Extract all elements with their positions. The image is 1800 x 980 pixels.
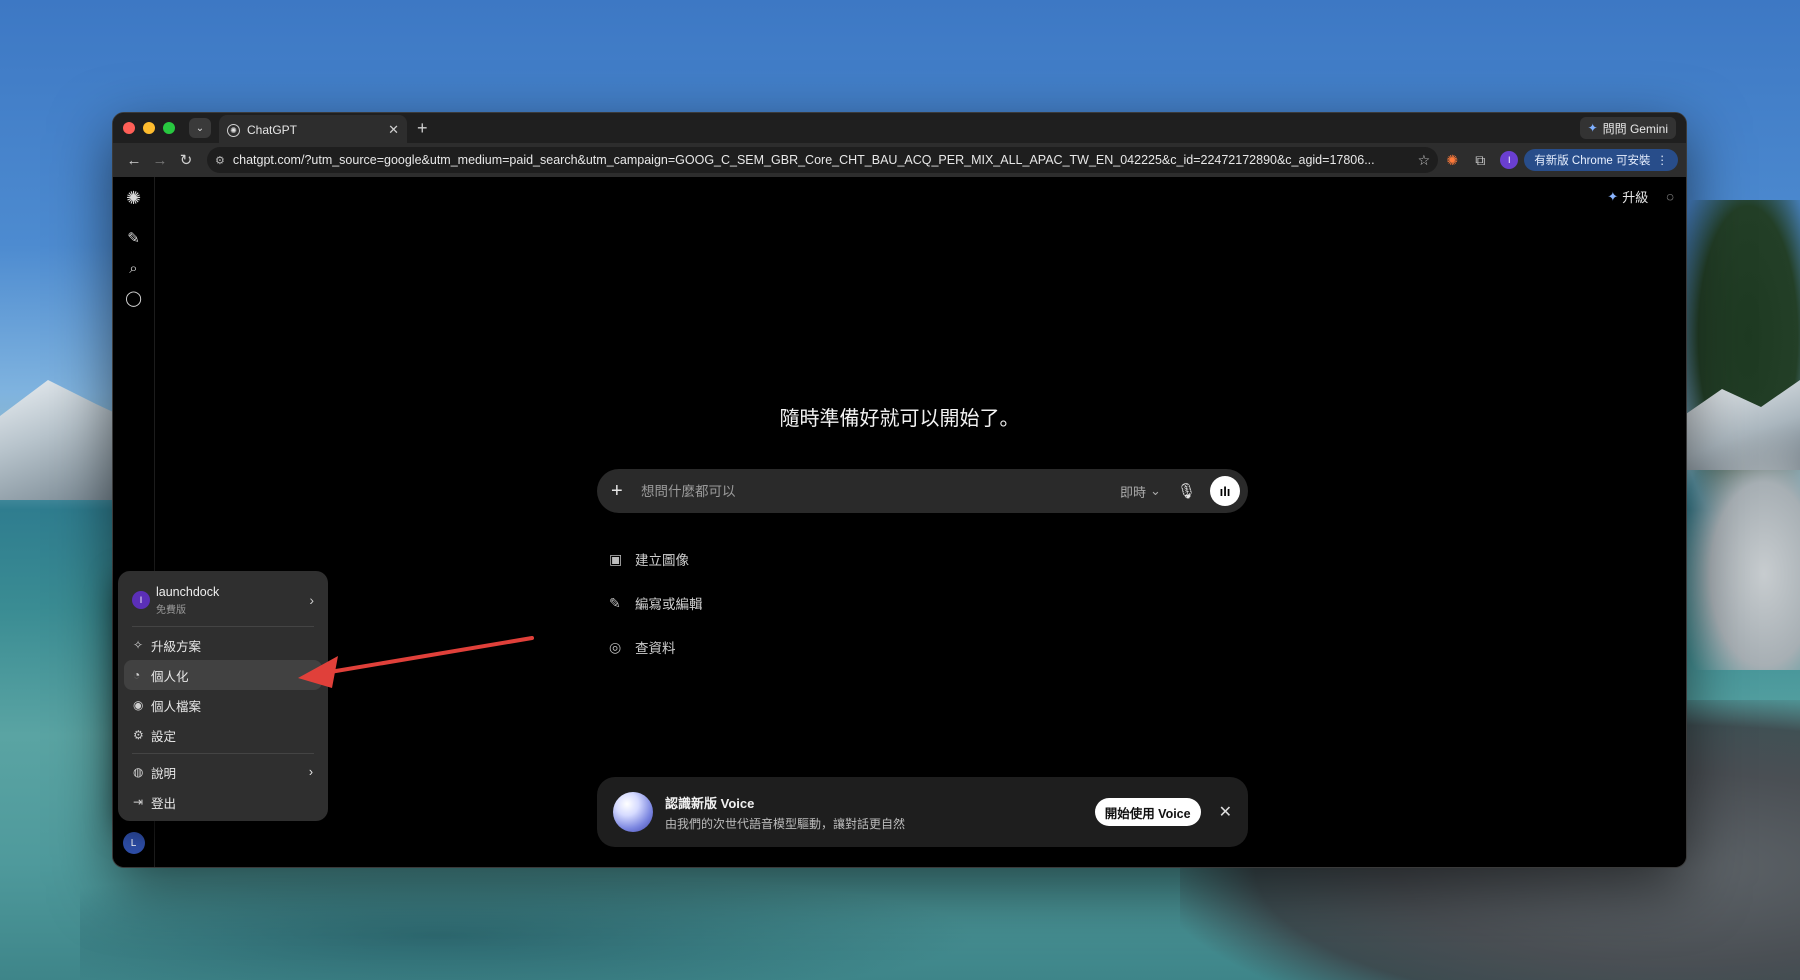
menu-item-label: 登出 — [151, 796, 177, 811]
new-tab-button[interactable]: + — [417, 119, 428, 137]
sparkle-icon: ✧ — [133, 638, 144, 652]
browser-toolbar: ← → ↻ ⚙ chatgpt.com/?utm_source=google&u… — [113, 143, 1686, 177]
chats-icon[interactable]: ◯ — [119, 283, 149, 313]
suggestion-create-image[interactable]: ▣ 建立圖像 — [609, 537, 703, 581]
voice-orb-image — [613, 792, 653, 832]
gear-icon: ⚙ — [133, 728, 144, 742]
menu-item-profile[interactable]: ◉ 個人檔案 — [124, 690, 322, 720]
menu-item-help[interactable]: ◍ 說明 › — [124, 757, 322, 787]
chrome-update-button[interactable]: 有新版 Chrome 可安裝 ⋮ — [1524, 149, 1678, 171]
waveform-icon: ılı — [1219, 483, 1231, 499]
minimize-window-button[interactable] — [143, 122, 155, 134]
forward-button[interactable]: → — [147, 152, 173, 169]
tab-chatgpt[interactable]: ✺ ChatGPT ✕ — [219, 115, 407, 145]
suggestion-search[interactable]: ◎ 查資料 — [609, 625, 703, 669]
account-menu: I launchdock 免費版 › ✧ 升級方案 ◔ 個人化 ◉ 個人檔案 ⚙… — [118, 571, 328, 821]
new-chat-icon[interactable]: ✎ — [119, 223, 149, 253]
close-window-button[interactable] — [123, 122, 135, 134]
temporary-chat-icon[interactable]: ◌ — [1666, 189, 1674, 204]
model-mode-select[interactable]: 即時 ⌄ — [1120, 482, 1161, 501]
user-name: launchdock — [156, 584, 220, 599]
menu-item-label: 設定 — [151, 729, 177, 744]
suggestion-label: 建立圖像 — [635, 553, 689, 568]
upgrade-label: 升級 — [1622, 190, 1649, 205]
menu-item-settings[interactable]: ⚙ 設定 — [124, 720, 322, 750]
close-icon[interactable]: ✕ — [1219, 802, 1232, 822]
prompt-input[interactable] — [641, 483, 1121, 499]
tab-search-button[interactable]: ⌄ — [189, 118, 211, 138]
personalize-icon: ◔ — [133, 668, 141, 682]
title-bar: ⌄ ✺ ChatGPT ✕ + ✦ 問問 Gemini — [113, 113, 1686, 145]
microphone-icon[interactable]: 🎙 — [1177, 482, 1196, 500]
suggestion-write-edit[interactable]: ✎ 編寫或編輯 — [609, 581, 703, 625]
add-attachment-icon[interactable]: + — [611, 480, 631, 503]
chevron-down-icon: ⌄ — [1150, 483, 1161, 498]
gemini-label: 問問 Gemini — [1602, 121, 1668, 136]
suggestion-list: ▣ 建立圖像 ✎ 編寫或編輯 ◎ 查資料 — [609, 537, 703, 669]
extension-icon[interactable]: ✺ — [1438, 152, 1466, 169]
annotation-arrow-icon — [298, 636, 534, 688]
search-icon[interactable]: ⌕ — [119, 253, 149, 283]
tab-title: ChatGPT — [247, 123, 298, 137]
suggestion-label: 查資料 — [635, 641, 676, 656]
suggestion-label: 編寫或編輯 — [635, 597, 703, 612]
logout-icon: ⇥ — [133, 795, 144, 809]
more-menu-icon: ⋮ — [1656, 155, 1669, 167]
bookmark-star-icon[interactable]: ☆ — [1418, 152, 1431, 169]
menu-divider — [132, 626, 314, 627]
upgrade-button[interactable]: ✦ 升級 — [1607, 187, 1648, 206]
account-menu-user[interactable]: I launchdock 免費版 › — [124, 577, 322, 623]
reload-button[interactable]: ↻ — [173, 151, 199, 169]
menu-item-label: 升級方案 — [151, 639, 202, 654]
chatgpt-page: ✺ ✎ ⌕ ◯ L ✦ 升級 ◌ 隨時準備好就可以開始了。 + 即時 ⌄ 🎙 ı… — [113, 177, 1686, 867]
wallpaper-water — [80, 870, 980, 980]
voice-banner-title: 認識新版 Voice — [665, 795, 755, 811]
close-tab-icon[interactable]: ✕ — [388, 122, 399, 138]
extensions-puzzle-icon[interactable]: ⧉ — [1466, 152, 1494, 169]
start-voice-button[interactable]: 開始使用 Voice — [1094, 798, 1201, 826]
image-icon: ▣ — [609, 550, 623, 567]
globe-icon: ◎ — [609, 638, 622, 655]
account-avatar[interactable]: L — [122, 832, 145, 854]
site-settings-icon[interactable]: ⚙ — [215, 154, 225, 167]
voice-announcement-banner: 認識新版 Voice 由我們的次世代語音模型驅動，讓對話更自然 開始使用 Voi… — [597, 777, 1248, 847]
menu-item-label: 個人化 — [151, 669, 189, 684]
pencil-icon: ✎ — [609, 594, 621, 611]
mode-label: 即時 — [1120, 484, 1147, 500]
gemini-sparkle-icon: ✦ — [1587, 121, 1598, 135]
user-info: launchdock 免費版 — [156, 585, 309, 616]
window-controls — [123, 122, 175, 134]
browser-profile-avatar[interactable]: I — [1500, 151, 1519, 169]
chevron-right-icon: › — [309, 592, 314, 608]
menu-item-logout[interactable]: ⇥ 登出 — [124, 787, 322, 817]
help-icon: ◍ — [133, 765, 144, 779]
update-label: 有新版 Chrome 可安裝 — [1534, 155, 1651, 167]
menu-divider — [132, 753, 314, 754]
address-bar[interactable]: ⚙ chatgpt.com/?utm_source=google&utm_med… — [207, 147, 1439, 173]
page-title: 隨時準備好就可以開始了。 — [779, 408, 1020, 430]
maximize-window-button[interactable] — [163, 122, 175, 134]
ask-gemini-button[interactable]: ✦ 問問 Gemini — [1579, 117, 1676, 139]
header-actions: ✦ 升級 ◌ — [1607, 187, 1674, 206]
browser-window: ⌄ ✺ ChatGPT ✕ + ✦ 問問 Gemini ← → ↻ ⚙ chat… — [112, 112, 1687, 868]
menu-item-label: 個人檔案 — [151, 699, 202, 714]
user-avatar: I — [132, 591, 150, 609]
voice-mode-button[interactable]: ılı — [1210, 476, 1240, 506]
url-text: chatgpt.com/?utm_source=google&utm_mediu… — [232, 153, 1375, 167]
composer: + 即時 ⌄ 🎙 ılı — [597, 469, 1248, 513]
voice-banner-subtitle: 由我們的次世代語音模型驅動，讓對話更自然 — [665, 816, 906, 831]
profile-icon: ◉ — [133, 698, 144, 712]
sparkle-icon: ✦ — [1607, 188, 1619, 204]
chatgpt-favicon-icon: ✺ — [227, 123, 240, 137]
openai-logo-icon[interactable]: ✺ — [119, 183, 149, 213]
menu-item-label: 說明 — [151, 766, 177, 781]
chevron-down-icon: ⌄ — [195, 122, 205, 134]
user-plan: 免費版 — [156, 604, 186, 616]
voice-banner-text: 認識新版 Voice 由我們的次世代語音模型驅動，讓對話更自然 — [665, 793, 1095, 832]
chevron-right-icon: › — [308, 765, 313, 779]
wallpaper-rocks — [1680, 430, 1800, 670]
back-button[interactable]: ← — [121, 152, 147, 169]
